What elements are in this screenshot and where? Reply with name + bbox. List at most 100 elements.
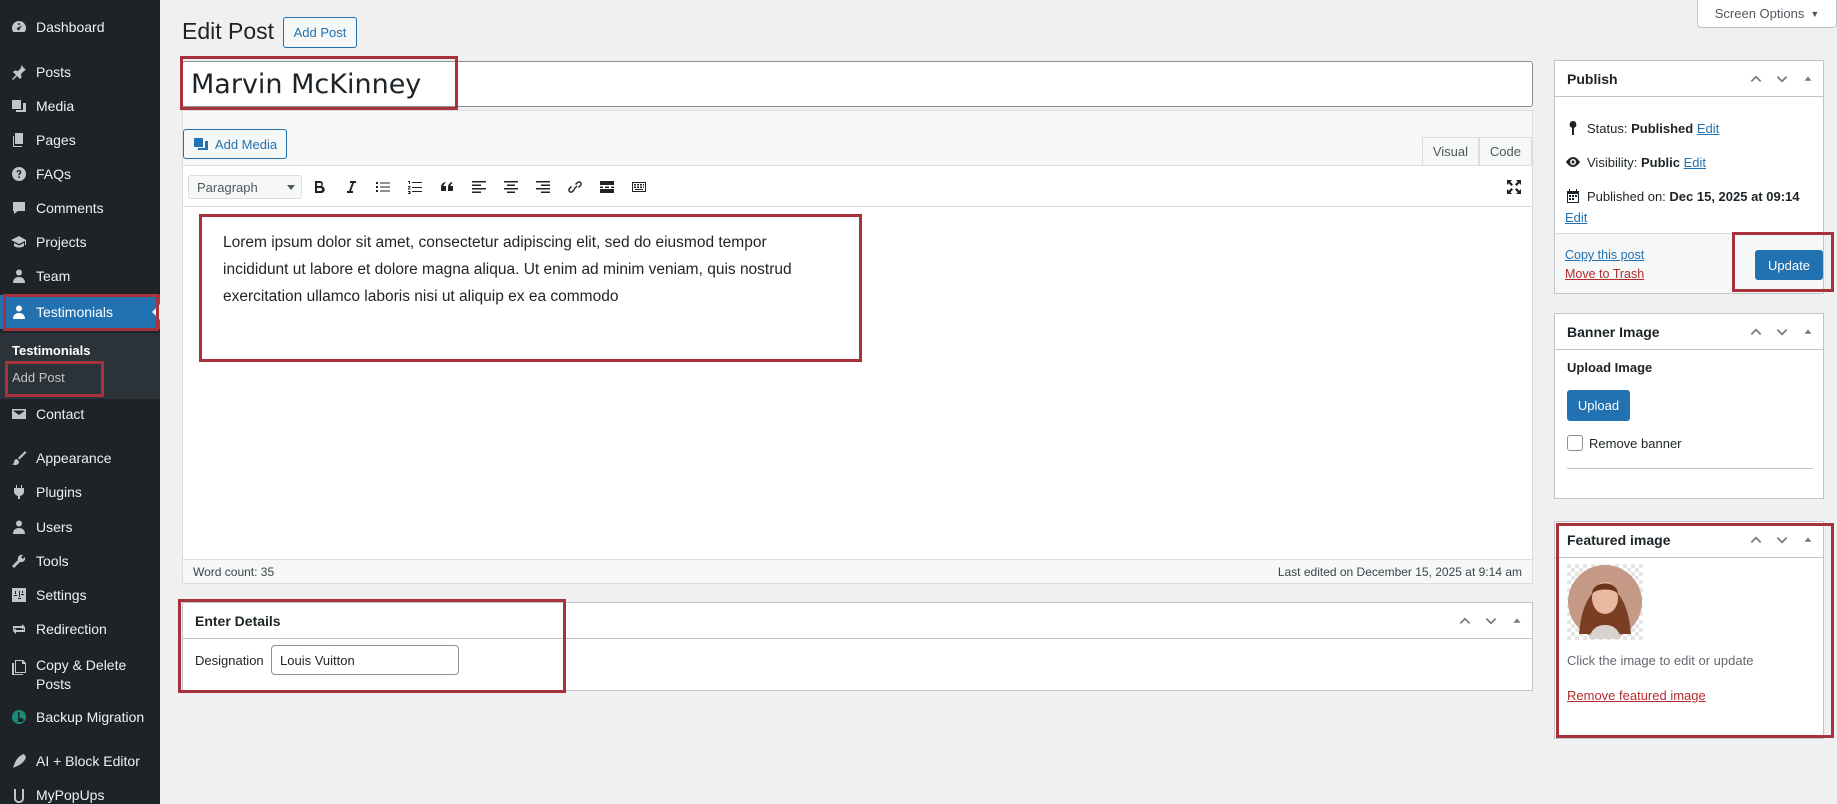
sidebar-item-dashboard[interactable]: Dashboard xyxy=(0,10,160,44)
sidebar-item-tools[interactable]: Tools xyxy=(0,544,160,578)
toggle-panel-button[interactable] xyxy=(1797,530,1819,550)
blockquote-button[interactable] xyxy=(435,175,459,199)
read-more-button[interactable] xyxy=(595,175,619,199)
toggle-panel-button[interactable] xyxy=(1797,69,1819,89)
word-count: Word count: 35 xyxy=(193,565,275,579)
featured-image-thumbnail[interactable] xyxy=(1567,564,1643,640)
move-to-trash-link[interactable]: Move to Trash xyxy=(1565,267,1644,281)
toggle-panel-button[interactable] xyxy=(1506,611,1528,631)
upload-button[interactable]: Upload xyxy=(1567,390,1630,421)
insert-link-button[interactable] xyxy=(563,175,587,199)
sidebar-item-label: Pages xyxy=(36,132,76,148)
remove-banner-checkbox[interactable] xyxy=(1567,435,1583,451)
sidebar-item-plugins[interactable]: Plugins xyxy=(0,475,160,509)
sidebar-item-projects[interactable]: Projects xyxy=(0,225,160,259)
move-up-button[interactable] xyxy=(1745,530,1767,550)
bullet-list-button[interactable] xyxy=(371,175,395,199)
sidebar-item-comments[interactable]: Comments xyxy=(0,191,160,225)
add-media-button[interactable]: Add Media xyxy=(183,129,287,159)
pen-icon xyxy=(10,752,28,770)
read-more-icon xyxy=(600,181,614,193)
publish-actions: Copy this post Move to Trash Update xyxy=(1555,233,1823,293)
align-right-icon xyxy=(536,181,550,193)
edit-status-link[interactable]: Edit xyxy=(1697,121,1719,136)
upload-image-heading: Upload Image xyxy=(1567,360,1653,375)
edit-visibility-link[interactable]: Edit xyxy=(1684,155,1706,170)
sidebar-item-label: MyPopUps xyxy=(36,787,105,803)
sidebar-item-copy-delete-posts[interactable]: Copy & Delete Posts xyxy=(0,650,160,698)
sidebar-item-users[interactable]: Users xyxy=(0,510,160,544)
sidebar-item-label: Contact xyxy=(36,406,85,422)
update-button[interactable]: Update xyxy=(1755,250,1823,280)
sidebar-item-label: Posts xyxy=(36,64,72,80)
move-down-button[interactable] xyxy=(1771,322,1793,342)
status-label: Status: xyxy=(1587,120,1628,136)
sidebar-item-label: Media xyxy=(36,98,75,114)
sidebar-item-ai-block-editor[interactable]: AI + Block Editor xyxy=(0,744,160,778)
align-left-button[interactable] xyxy=(467,175,491,199)
post-title-input[interactable]: Marvin McKinney xyxy=(182,61,1533,107)
settings-icon xyxy=(10,586,28,604)
publish-metabox: Publish Status: Published Edit Visibilit… xyxy=(1554,60,1824,294)
triangle-up-icon xyxy=(1804,76,1812,81)
sidebar-item-backup-migration[interactable]: Backup Migration xyxy=(0,700,160,734)
sidebar-item-posts[interactable]: Posts xyxy=(0,55,160,89)
sidebar-item-team[interactable]: Team xyxy=(0,259,160,293)
numbered-list-button[interactable] xyxy=(403,175,427,199)
tab-code[interactable]: Code xyxy=(1478,137,1532,165)
move-up-button[interactable] xyxy=(1745,322,1767,342)
align-center-button[interactable] xyxy=(499,175,523,199)
sidebar-item-mypopups[interactable]: MyPopUps xyxy=(0,778,160,804)
featured-metabox-header: Featured image xyxy=(1555,522,1823,558)
move-up-button[interactable] xyxy=(1454,611,1476,631)
add-post-button[interactable]: Add Post xyxy=(283,17,357,48)
move-down-button[interactable] xyxy=(1771,530,1793,550)
sidebar-item-appearance[interactable]: Appearance xyxy=(0,441,160,475)
sidebar-item-faqs[interactable]: FAQs xyxy=(0,157,160,191)
sidebar-item-media[interactable]: Media xyxy=(0,89,160,123)
fullscreen-icon xyxy=(1507,180,1521,194)
sidebar-item-settings[interactable]: Settings xyxy=(0,578,160,612)
eye-icon xyxy=(1566,157,1580,167)
editor-toolbar: Paragraph xyxy=(183,165,1532,207)
editor-content-area[interactable]: Lorem ipsum dolor sit amet, consectetur … xyxy=(183,207,1532,559)
sidebar-item-contact[interactable]: Contact xyxy=(0,397,160,431)
chevron-down-icon xyxy=(1776,76,1788,83)
bold-button[interactable] xyxy=(307,175,331,199)
visibility-label: Visibility: xyxy=(1587,154,1638,170)
numbered-list-icon xyxy=(408,181,422,194)
move-up-button[interactable] xyxy=(1745,69,1767,89)
tab-visual[interactable]: Visual xyxy=(1421,137,1479,165)
screen-options-button[interactable]: Screen Options ▼ xyxy=(1697,0,1837,28)
status-row: Status: Published Edit xyxy=(1565,120,1719,136)
copy-post-link[interactable]: Copy this post xyxy=(1565,248,1644,262)
format-select[interactable]: Paragraph xyxy=(188,175,302,199)
popup-icon xyxy=(10,786,28,804)
remove-banner-row: Remove banner xyxy=(1567,435,1682,451)
sidebar-item-redirection[interactable]: Redirection xyxy=(0,612,160,646)
chevron-up-icon xyxy=(1459,617,1471,624)
sidebar-item-pages[interactable]: Pages xyxy=(0,123,160,157)
copy-icon xyxy=(10,658,28,676)
submenu-item-add-post[interactable]: Add Post xyxy=(12,370,65,385)
featured-metabox-title: Featured image xyxy=(1567,531,1671,548)
edit-date-link[interactable]: Edit xyxy=(1565,210,1587,225)
italic-button[interactable] xyxy=(339,175,363,199)
sidebar-item-testimonials[interactable]: Testimonials xyxy=(0,295,160,329)
details-metabox-header: Enter Details xyxy=(183,603,1532,639)
align-right-button[interactable] xyxy=(531,175,555,199)
chevron-up-icon xyxy=(1750,328,1762,335)
remove-featured-image-link[interactable]: Remove featured image xyxy=(1567,688,1706,703)
submenu-item-testimonials[interactable]: Testimonials xyxy=(12,343,91,358)
user-icon xyxy=(10,267,28,285)
toggle-panel-button[interactable] xyxy=(1797,322,1819,342)
move-down-button[interactable] xyxy=(1480,611,1502,631)
sidebar-item-label: Users xyxy=(36,519,73,535)
toolbar-toggle-button[interactable] xyxy=(627,175,651,199)
sidebar-item-label: Redirection xyxy=(36,621,107,637)
move-down-button[interactable] xyxy=(1771,69,1793,89)
featured-image-hint: Click the image to edit or update xyxy=(1567,653,1754,668)
sidebar-item-label: Settings xyxy=(36,587,87,603)
fullscreen-button[interactable] xyxy=(1502,175,1526,199)
designation-input[interactable]: Louis Vuitton xyxy=(271,645,459,675)
